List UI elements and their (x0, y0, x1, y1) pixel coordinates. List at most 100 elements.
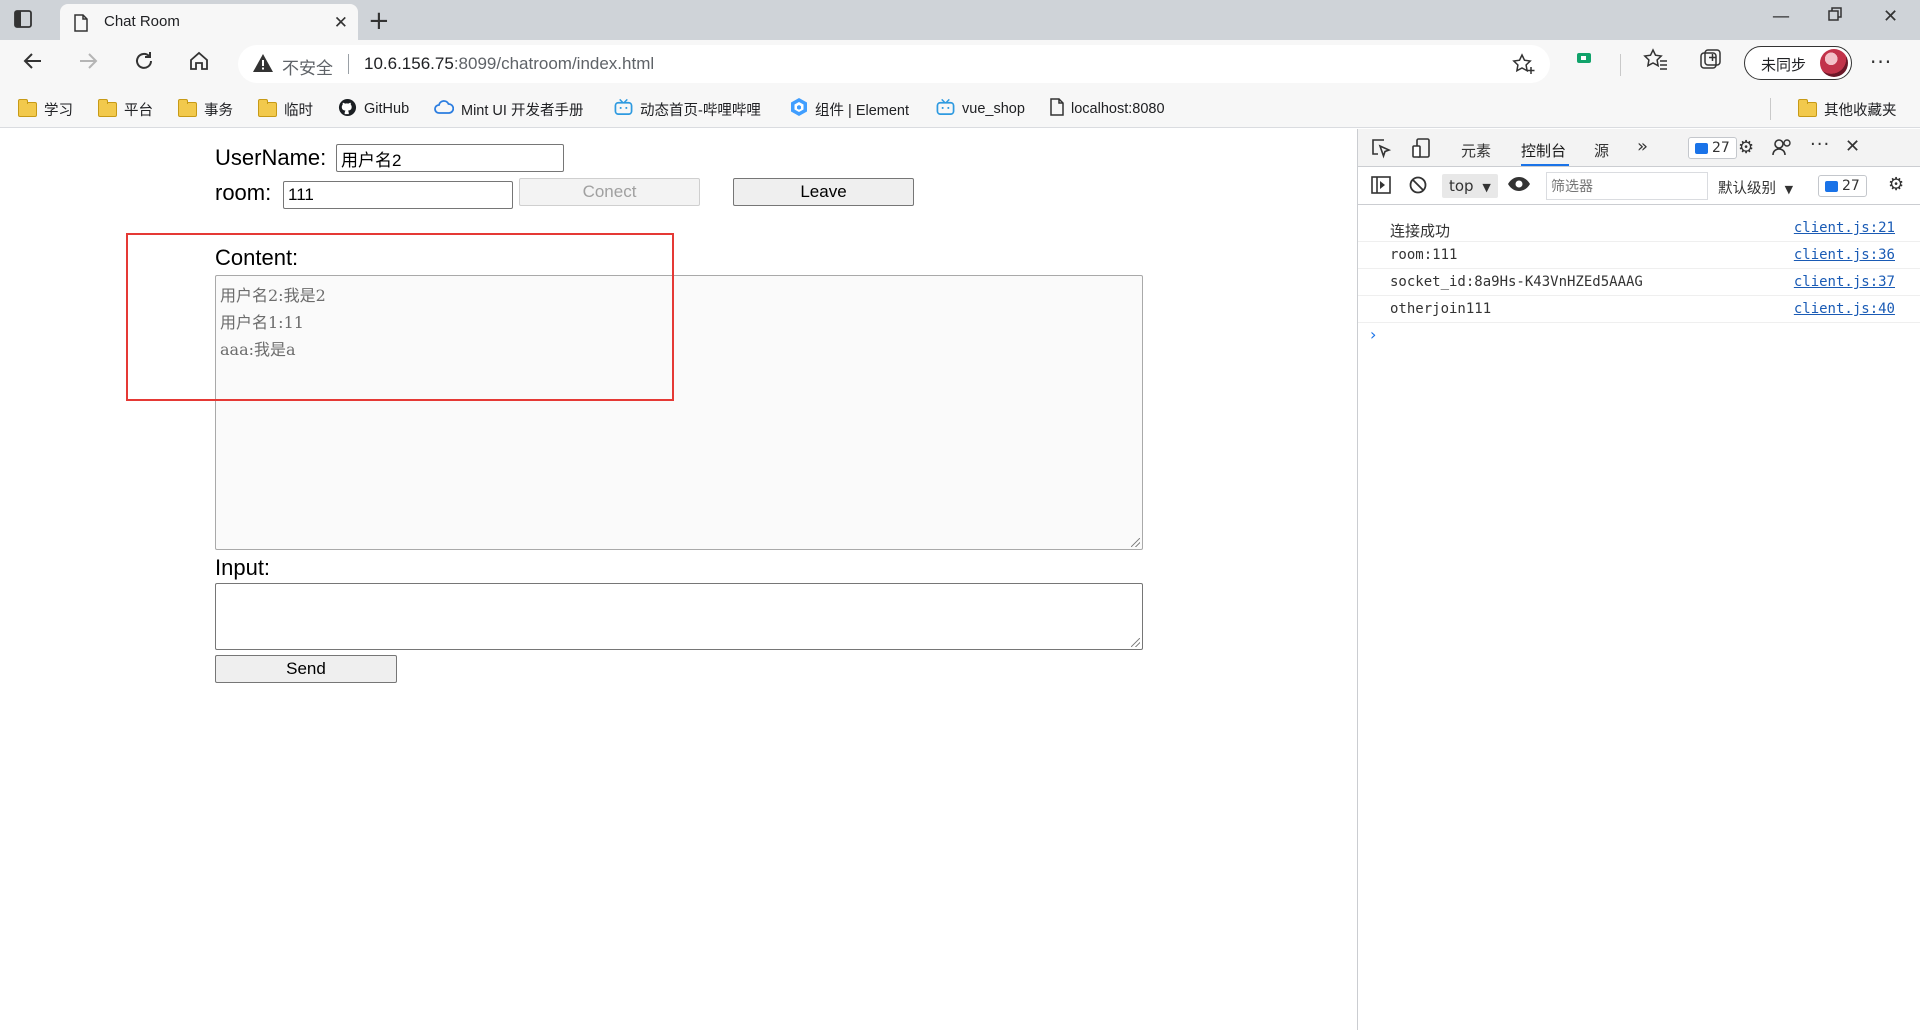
favorites-icon[interactable] (1643, 48, 1669, 76)
back-icon[interactable] (18, 50, 48, 78)
dropdown-arrow-icon: ▼ (1482, 181, 1491, 194)
resize-handle-icon[interactable] (1131, 638, 1140, 647)
console-text: room:111 (1390, 247, 1458, 263)
more-tabs-icon[interactable]: » (1637, 136, 1648, 157)
warning-icon[interactable] (252, 53, 274, 77)
console-source-link[interactable]: client.js:36 (1794, 247, 1895, 263)
bookmark-label: 学习 (44, 102, 73, 119)
forward-icon[interactable] (73, 50, 103, 78)
log-levels-dropdown[interactable]: 默认级别 ▼ (1718, 177, 1793, 198)
url-path: :8099/chatroom/index.html (453, 54, 655, 73)
bookmark-label: 临时 (284, 102, 313, 119)
highlight-annotation-box (126, 233, 674, 401)
page-icon (1050, 98, 1064, 120)
bookmark-study[interactable]: 学习 (18, 98, 73, 120)
bookmark-localhost[interactable]: localhost:8080 (1050, 98, 1165, 120)
close-window-icon[interactable]: ✕ (1883, 6, 1898, 27)
username-label: UserName: (215, 145, 327, 170)
folder-icon (98, 98, 117, 117)
inspect-element-icon[interactable] (1370, 137, 1392, 164)
message-input[interactable] (215, 583, 1143, 650)
home-icon[interactable] (184, 50, 214, 78)
more-options-icon[interactable]: ··· (1810, 134, 1830, 155)
url-text[interactable]: 10.6.156.75:8099/chatroom/index.html (364, 54, 654, 74)
bookmark-bilibili[interactable]: 动态首页-哔哩哔哩 (614, 98, 761, 120)
tab-console[interactable]: 控制台 (1521, 140, 1566, 161)
toolbar-divider (1620, 54, 1621, 76)
bilibili-icon (936, 98, 955, 120)
console-source-link[interactable]: client.js:21 (1794, 220, 1895, 236)
console-prompt-icon[interactable]: › (1370, 325, 1376, 344)
settings-gear-icon[interactable]: ⚙ (1738, 137, 1754, 158)
close-tab-icon[interactable]: ✕ (334, 13, 348, 33)
new-tab-icon[interactable]: + (368, 6, 390, 36)
bookmark-vue-shop[interactable]: vue_shop (936, 98, 1025, 120)
page-icon (74, 14, 88, 36)
message-count: 27 (1842, 178, 1860, 194)
add-favorite-icon[interactable] (1512, 53, 1536, 79)
console-message: otherjoin111 client.js:40 (1358, 296, 1920, 323)
more-options-icon[interactable]: ··· (1870, 50, 1892, 74)
bookmark-label: localhost:8080 (1071, 101, 1165, 117)
bookmark-affairs[interactable]: 事务 (178, 98, 233, 120)
bookmark-platform[interactable]: 平台 (98, 98, 153, 120)
other-bookmarks[interactable]: 其他收藏夹 (1798, 98, 1897, 120)
tab-chat-room[interactable]: Chat Room ✕ (60, 4, 358, 40)
customize-icon[interactable] (1771, 136, 1793, 163)
connect-button[interactable]: Conect (519, 178, 700, 206)
security-label[interactable]: 不安全 (282, 54, 333, 79)
live-expression-eye-icon[interactable] (1507, 175, 1531, 198)
username-input[interactable] (336, 144, 564, 172)
issues-badge[interactable]: 27 (1688, 137, 1737, 159)
extension-icon[interactable] (1576, 50, 1592, 69)
console-source-link[interactable]: client.js:40 (1794, 301, 1895, 317)
tab-elements[interactable]: 元素 (1461, 140, 1491, 161)
chat-room-page: UserName: room: Conect Leave Content: 用户… (0, 129, 1357, 1030)
clear-console-icon[interactable] (1408, 175, 1428, 200)
console-source-link[interactable]: client.js:37 (1794, 274, 1895, 290)
folder-icon (258, 98, 277, 117)
bookmark-label: Mint UI 开发者手册 (461, 102, 584, 119)
bookmark-github[interactable]: GitHub (338, 98, 409, 120)
sidebar-toggle-icon[interactable] (1370, 175, 1392, 200)
device-emulation-icon[interactable] (1410, 137, 1432, 164)
bookmark-element[interactable]: 组件 | Element (790, 98, 909, 120)
bookmark-label: vue_shop (962, 101, 1025, 117)
minimize-icon[interactable]: — (1772, 6, 1790, 27)
resize-handle-icon[interactable] (1131, 538, 1140, 547)
bookmarks-bar: 学习 平台 事务 临时 GitHub Mint UI 开发者手册 动态首页-哔哩… (0, 88, 1920, 128)
context-select[interactable]: top ▼ (1442, 174, 1498, 198)
profile-sync-button[interactable]: 未同步 (1744, 46, 1852, 80)
room-input[interactable] (283, 181, 513, 209)
console-message: socket_id:8a9Hs-K43VnHZEd5AAAG client.js… (1358, 269, 1920, 296)
leave-button[interactable]: Leave (733, 178, 914, 206)
bookmarks-divider (1770, 98, 1771, 120)
filter-input[interactable] (1546, 172, 1708, 200)
console-text: socket_id:8a9Hs-K43VnHZEd5AAAG (1390, 274, 1643, 290)
active-tab-indicator (1521, 164, 1569, 166)
sync-label: 未同步 (1761, 56, 1807, 74)
github-icon (338, 98, 357, 121)
console-settings-gear-icon[interactable]: ⚙ (1888, 174, 1904, 195)
bookmark-mint-ui[interactable]: Mint UI 开发者手册 (434, 98, 583, 120)
tab-sources[interactable]: 源 (1594, 140, 1609, 161)
send-button[interactable]: Send (215, 655, 397, 683)
devtools-tab-bar: 元素 控制台 源 » 27 ⚙ ··· ✕ (1358, 129, 1920, 167)
restore-icon[interactable] (1827, 6, 1843, 27)
console-message: 连接成功 client.js:21 (1358, 215, 1920, 242)
message-icon (1825, 180, 1838, 192)
url-host: 10.6.156.75 (364, 54, 454, 73)
bookmark-temp[interactable]: 临时 (258, 98, 313, 120)
tab-actions-icon[interactable] (12, 8, 48, 32)
refresh-icon[interactable] (129, 50, 159, 78)
folder-icon (1798, 98, 1817, 117)
close-devtools-icon[interactable]: ✕ (1845, 136, 1860, 157)
cloud-icon (434, 99, 455, 119)
navigation-bar: 不安全 10.6.156.75:8099/chatroom/index.html (0, 40, 1920, 88)
message-icon (1695, 142, 1708, 154)
console-text: otherjoin111 (1390, 301, 1492, 317)
collections-icon[interactable] (1698, 48, 1724, 76)
bookmark-label: 其他收藏夹 (1824, 102, 1897, 119)
address-bar[interactable]: 不安全 10.6.156.75:8099/chatroom/index.html (238, 45, 1550, 83)
messages-badge[interactable]: 27 (1818, 175, 1867, 197)
